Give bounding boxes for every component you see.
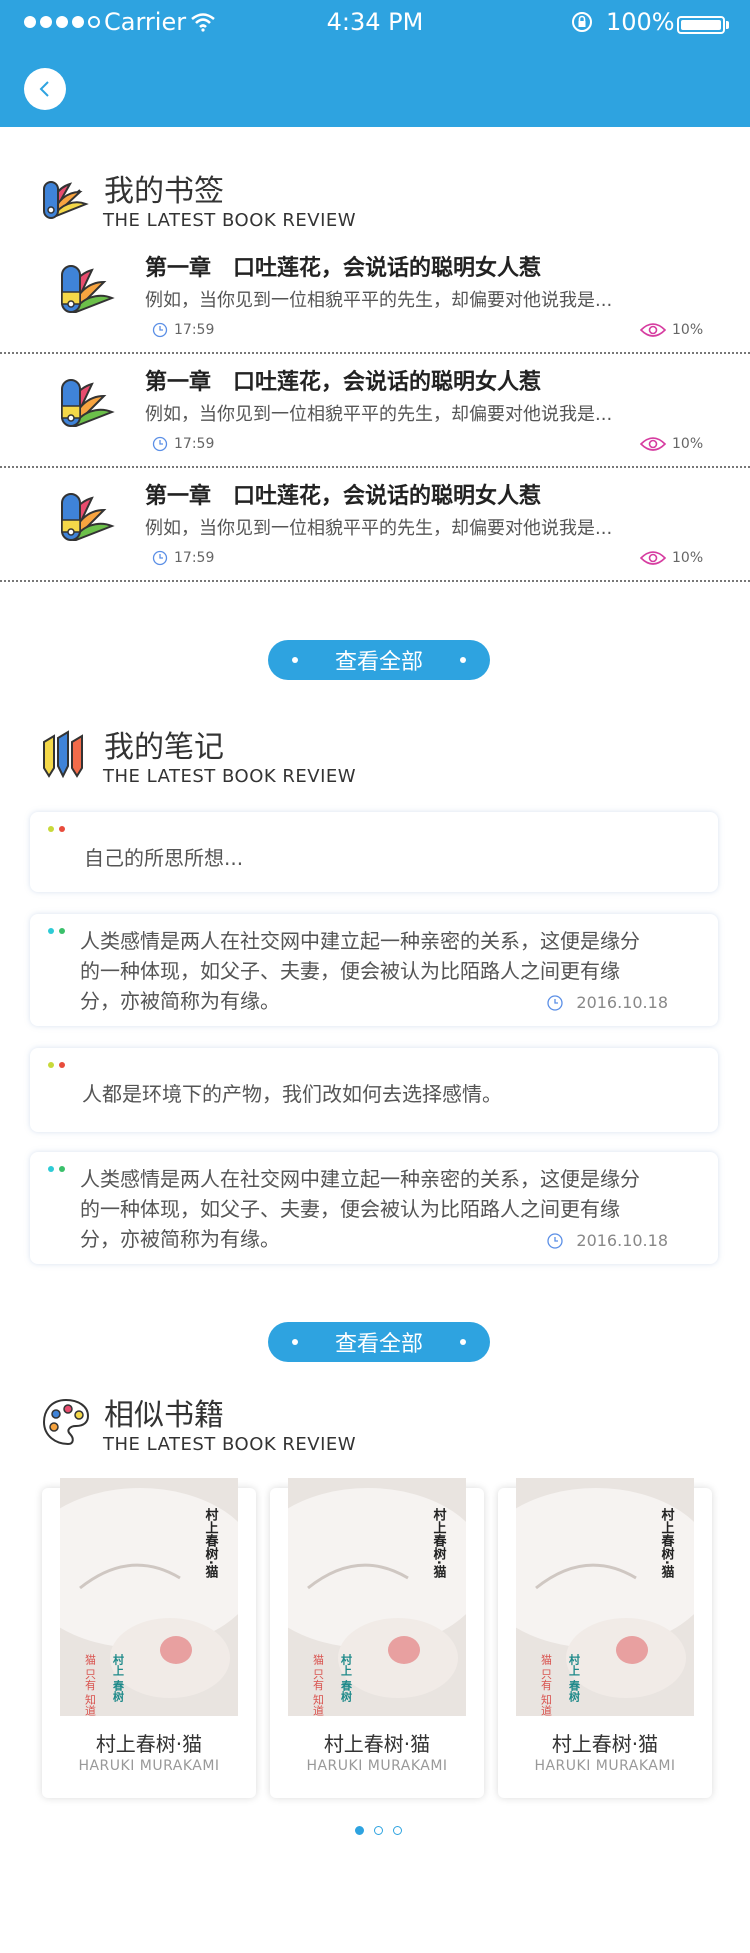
bookmark-time: 17:59: [152, 436, 214, 452]
bookmark-desc: 例如，当你见到一位相貌平平的先生，却偏要对他说我是...: [145, 404, 613, 425]
bookmark-time: 17:59: [152, 550, 214, 566]
cover-red-text: 猫 只有 知道: [312, 1654, 325, 1716]
bookmark-views-value: 10%: [672, 436, 704, 452]
bookmarks-section-header: 我的书签 THE LATEST BOOK REVIEW: [0, 166, 750, 246]
bookmark-time-value: 17:59: [174, 436, 215, 452]
note-date: 2016.10.18: [546, 1231, 668, 1250]
bookmark-views-value: 10%: [672, 550, 704, 566]
cover-title: 村上春树·猫: [659, 1507, 676, 1579]
book-cover-image: 村上春树·猫 猫 只有 知道 村上 春树: [516, 1478, 694, 1716]
cover-teal-text: 村上 春树: [112, 1653, 125, 1703]
pager-dot[interactable]: [393, 1826, 402, 1835]
book-author: HARUKI MURAKAMI: [306, 1758, 448, 1774]
palette-icon: [42, 1398, 90, 1446]
divider: [0, 352, 750, 354]
bookmark-desc: 例如，当你见到一位相貌平平的先生，却偏要对他说我是...: [145, 290, 613, 311]
battery-percent: 100%: [606, 8, 675, 36]
bookmark-title: 第一章 口吐莲花，会说话的聪明女人惹: [145, 370, 542, 395]
bookmark-item[interactable]: 第一章 口吐莲花，会说话的聪明女人惹 例如，当你见到一位相貌平平的先生，却偏要对…: [0, 356, 750, 468]
note-card[interactable]: 人都是环境下的产物，我们改如何去选择感情。: [30, 1048, 718, 1132]
note-dots: [48, 1062, 65, 1068]
bookmark-views: 10%: [640, 436, 703, 452]
color-swatch-icon: [43, 181, 89, 219]
book-card[interactable]: 村上春树·猫 猫 只有 知道 村上 春树 村上春树·猫 HARUKI MURAK…: [498, 1478, 712, 1798]
note-text: 自己的所思所想...: [84, 846, 244, 870]
bookmark-title: 第一章 口吐莲花，会说话的聪明女人惹: [145, 256, 542, 281]
eye-icon: [640, 323, 666, 337]
book-title: 村上春树·猫: [323, 1732, 431, 1756]
bookmark-views: 10%: [640, 322, 703, 338]
bookmark-views: 10%: [640, 550, 703, 566]
clock-icon: [547, 994, 564, 1011]
section-title: 相似书籍: [104, 1398, 224, 1433]
note-dots: [48, 1166, 65, 1172]
divider: [0, 466, 750, 468]
bookmark-title: 第一章 口吐莲花，会说话的聪明女人惹: [145, 484, 542, 509]
clock-icon: [152, 436, 168, 452]
note-card[interactable]: 人类感情是两人在社交网中建立起一种亲密的关系，这便是缘分的一种体现，如父子、夫妻…: [30, 914, 718, 1026]
clock-icon: [152, 322, 168, 338]
book-title: 村上春树·猫: [95, 1732, 203, 1756]
note-card[interactable]: 自己的所思所想...: [30, 812, 718, 892]
color-swatch-icon: [61, 379, 115, 427]
view-all-label: 查看全部: [334, 650, 423, 675]
carousel-pager: [355, 1826, 402, 1835]
app-header: Carrier 4:34 PM 100%: [0, 0, 750, 127]
bookmark-item[interactable]: 第一章 口吐莲花，会说话的聪明女人惹 例如，当你见到一位相貌平平的先生，却偏要对…: [0, 470, 750, 582]
note-card[interactable]: 人类感情是两人在社交网中建立起一种亲密的关系，这便是缘分的一种体现，如父子、夫妻…: [30, 1152, 718, 1264]
clock-icon: [152, 550, 168, 566]
pager-dot[interactable]: [374, 1826, 383, 1835]
view-all-label: 查看全部: [334, 1332, 423, 1357]
section-subtitle: THE LATEST BOOK REVIEW: [103, 210, 357, 231]
book-author: HARUKI MURAKAMI: [534, 1758, 676, 1774]
battery-icon: [677, 16, 725, 34]
section-subtitle: THE LATEST BOOK REVIEW: [103, 766, 357, 787]
bookmark-desc: 例如，当你见到一位相貌平平的先生，却偏要对他说我是...: [145, 518, 613, 539]
pencils-icon: [43, 730, 83, 779]
section-subtitle: THE LATEST BOOK REVIEW: [103, 1434, 357, 1455]
note-date-value: 2016.10.18: [576, 1231, 668, 1250]
eye-icon: [640, 551, 666, 565]
note-dots: [48, 826, 65, 832]
book-cover-image: 村上春树·猫 猫 只有 知道 村上 春树: [288, 1478, 466, 1716]
color-swatch-icon: [61, 493, 115, 541]
divider: [0, 580, 750, 582]
note-date-value: 2016.10.18: [576, 993, 668, 1012]
cover-title: 村上春树·猫: [203, 1507, 220, 1579]
section-title: 我的书签: [104, 174, 224, 209]
color-swatch-icon: [61, 265, 115, 313]
view-all-notes-button[interactable]: 查看全部: [268, 1322, 490, 1362]
note-text: 人都是环境下的产物，我们改如何去选择感情。: [82, 1082, 502, 1106]
chevron-left-icon: [39, 81, 49, 97]
note-dots: [48, 928, 65, 934]
bookmark-item[interactable]: 第一章 口吐莲花，会说话的聪明女人惹 例如，当你见到一位相貌平平的先生，却偏要对…: [0, 242, 750, 354]
bookmark-time-value: 17:59: [174, 322, 215, 338]
bookmark-views-value: 10%: [672, 322, 704, 338]
back-button[interactable]: [24, 68, 66, 110]
book-card[interactable]: 村上春树·猫 猫 只有 知道 村上 春树 村上春树·猫 HARUKI MURAK…: [42, 1478, 256, 1798]
cover-red-text: 猫 只有 知道: [540, 1654, 553, 1716]
rotation-lock-icon: [572, 12, 592, 32]
cover-teal-text: 村上 春树: [340, 1653, 353, 1703]
notes-section-header: 我的笔记 THE LATEST BOOK REVIEW: [0, 722, 750, 802]
pager-dot[interactable]: [355, 1826, 364, 1835]
cover-title: 村上春树·猫: [431, 1507, 448, 1579]
section-title: 我的笔记: [104, 730, 224, 765]
book-author: HARUKI MURAKAMI: [78, 1758, 220, 1774]
bookmark-time-value: 17:59: [174, 550, 215, 566]
cover-teal-text: 村上 春树: [568, 1653, 581, 1703]
note-date: 2016.10.18: [546, 993, 668, 1012]
book-title: 村上春树·猫: [551, 1732, 659, 1756]
similar-books-section-header: 相似书籍 THE LATEST BOOK REVIEW: [0, 1390, 750, 1470]
view-all-bookmarks-button[interactable]: 查看全部: [268, 640, 490, 680]
bookmark-time: 17:59: [152, 322, 214, 338]
book-cover-image: 村上春树·猫 猫 只有 知道 村上 春树: [60, 1478, 238, 1716]
eye-icon: [640, 437, 666, 451]
clock-icon: [547, 1232, 564, 1249]
battery-tip: [726, 21, 729, 29]
status-bar: Carrier 4:34 PM 100%: [0, 6, 750, 36]
book-card[interactable]: 村上春树·猫 猫 只有 知道 村上 春树 村上春树·猫 HARUKI MURAK…: [270, 1478, 484, 1798]
cover-red-text: 猫 只有 知道: [84, 1654, 97, 1716]
